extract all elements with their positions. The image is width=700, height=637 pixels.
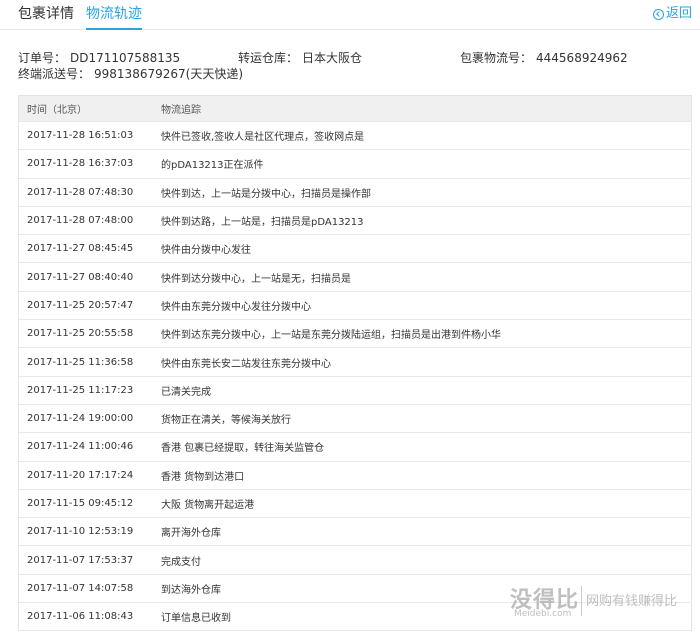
row-time: 2017-11-27 08:40:40 bbox=[27, 271, 134, 283]
row-time: 2017-11-06 11:08:43 bbox=[27, 611, 134, 623]
order-number-label: 订单号： bbox=[18, 51, 67, 65]
row-time: 2017-11-27 08:45:45 bbox=[27, 243, 134, 255]
column-header-tracking: 物流追踪 bbox=[161, 105, 201, 116]
table-body: 2017-11-28 16:51:03 快件已签收,签收人是社区代理点，签收网点是… bbox=[19, 122, 691, 632]
row-tracking-description: 香港 货物到达港口 bbox=[161, 471, 245, 483]
table-row: 2017-11-27 08:45:45 快件由分拨中心发往 bbox=[19, 235, 691, 264]
row-tracking-description: 香港 包裹已经提取，转往海关监管仓 bbox=[161, 443, 325, 455]
row-time: 2017-11-25 11:17:23 bbox=[27, 384, 134, 396]
row-time: 2017-11-20 17:17:24 bbox=[27, 469, 134, 481]
row-time: 2017-11-24 19:00:00 bbox=[27, 413, 134, 425]
table-row: 2017-11-28 07:48:30 快件到达，上一站是分拨中心，扫描员是操作部 bbox=[19, 179, 691, 207]
table-row: 2017-11-27 08:40:40 快件到达分拨中心，上一站是无，扫描员是 bbox=[19, 263, 691, 292]
row-tracking-description: 货物正在清关，等候海关放行 bbox=[161, 415, 291, 427]
order-number-value: DD171107588135 bbox=[70, 51, 181, 65]
row-tracking-description: 快件已签收,签收人是社区代理点，签收网点是 bbox=[161, 132, 365, 144]
tab-bar: 包裹详情 物流轨迹 返回 bbox=[0, 0, 700, 30]
row-time: 2017-11-07 14:07:58 bbox=[27, 582, 134, 594]
row-time: 2017-11-25 20:57:47 bbox=[27, 299, 134, 311]
table-row: 2017-11-28 07:48:00 快件到达路，上一站是，扫描员是pDA132… bbox=[19, 207, 691, 236]
back-link[interactable]: 返回 bbox=[652, 4, 692, 24]
table-row: 2017-11-07 14:07:58 到达海外仓库 bbox=[19, 575, 691, 604]
table-row: 2017-11-24 19:00:00 货物正在清关，等候海关放行 bbox=[19, 405, 691, 434]
row-time: 2017-11-07 17:53:37 bbox=[27, 554, 134, 566]
table-row: 2017-11-24 11:00:46 香港 包裹已经提取，转往海关监管仓 bbox=[19, 433, 691, 462]
row-time: 2017-11-25 20:55:58 bbox=[27, 328, 134, 340]
tab-logistics-tracking[interactable]: 物流轨迹 bbox=[86, 4, 142, 30]
row-tracking-description: 订单信息已收到 bbox=[161, 613, 231, 625]
package-tracking-value: 444568924962 bbox=[536, 51, 628, 65]
table-row: 2017-11-06 11:08:43 订单信息已收到 bbox=[19, 603, 691, 632]
row-tracking-description: 快件由东莞长安二站发往东莞分拨中心 bbox=[161, 358, 331, 370]
row-tracking-description: 大阪 货物离开起运港 bbox=[161, 500, 255, 511]
tab-package-details[interactable]: 包裹详情 bbox=[18, 4, 74, 24]
row-tracking-description: 快件到达分拨中心，上一站是无，扫描员是 bbox=[161, 273, 351, 285]
logistics-table: 时间（北京） 物流追踪 2017-11-28 16:51:03 快件已签收,签收人… bbox=[18, 95, 692, 632]
row-time: 2017-11-10 12:53:19 bbox=[27, 526, 134, 538]
table-row: 2017-11-25 20:57:47 快件由东莞分拨中心发往分拨中心 bbox=[19, 292, 691, 321]
terminal-delivery-label: 终端派送号： bbox=[18, 67, 91, 81]
row-time: 2017-11-28 07:48:00 bbox=[27, 215, 134, 227]
row-time: 2017-11-28 16:37:03 bbox=[27, 158, 134, 170]
terminal-delivery-value: 998138679267(天天快递) bbox=[94, 67, 243, 81]
column-header-time: 时间（北京） bbox=[27, 105, 87, 116]
table-row: 2017-11-07 17:53:37 完成支付 bbox=[19, 546, 691, 575]
order-number: 订单号： DD171107588135 bbox=[18, 50, 180, 66]
table-row: 2017-11-20 17:17:24 香港 货物到达港口 bbox=[19, 462, 691, 490]
row-tracking-description: 完成支付 bbox=[161, 556, 201, 568]
row-time: 2017-11-28 07:48:30 bbox=[27, 186, 134, 198]
row-tracking-description: 快件由分拨中心发往 bbox=[161, 245, 251, 257]
row-tracking-description: 快件到达，上一站是分拨中心，扫描员是操作部 bbox=[161, 188, 371, 200]
row-time: 2017-11-15 09:45:12 bbox=[27, 498, 134, 509]
row-tracking-description: 快件由东莞分拨中心发往分拨中心 bbox=[161, 301, 311, 313]
terminal-delivery-number: 终端派送号： 998138679267(天天快递) bbox=[18, 66, 243, 82]
table-row: 2017-11-25 11:36:58 快件由东莞长安二站发往东莞分拨中心 bbox=[19, 348, 691, 377]
table-row: 2017-11-15 09:45:12 大阪 货物离开起运港 bbox=[19, 490, 691, 519]
transfer-warehouse: 转运仓库： 日本大阪仓 bbox=[238, 50, 362, 66]
back-label: 返回 bbox=[665, 6, 692, 21]
transfer-warehouse-value: 日本大阪仓 bbox=[302, 51, 363, 65]
row-time: 2017-11-28 16:51:03 bbox=[27, 130, 134, 142]
table-row: 2017-11-25 20:55:58 快件到达东莞分拨中心，上一站是东莞分拨陆运… bbox=[19, 320, 691, 349]
row-tracking-description: 快件到达东莞分拨中心，上一站是东莞分拨陆运组，扫描员是出港到件杨小华 bbox=[161, 330, 501, 342]
row-tracking-description: 离开海外仓库 bbox=[161, 528, 221, 540]
table-row: 2017-11-28 16:37:03 的pDA13213正在派件 bbox=[19, 150, 691, 179]
table-row: 2017-11-28 16:51:03 快件已签收,签收人是社区代理点，签收网点是 bbox=[19, 122, 691, 151]
row-tracking-description: 到达海外仓库 bbox=[161, 584, 221, 596]
row-tracking-description: 已清关完成 bbox=[161, 386, 211, 398]
package-tracking-number: 包裹物流号： 444568924962 bbox=[460, 50, 628, 66]
row-time: 2017-11-24 11:00:46 bbox=[27, 441, 134, 453]
circle-left-arrow-icon bbox=[652, 8, 664, 20]
row-tracking-description: 快件到达路，上一站是，扫描员是pDA13213 bbox=[161, 217, 364, 229]
row-time: 2017-11-25 11:36:58 bbox=[27, 356, 134, 368]
table-row: 2017-11-25 11:17:23 已清关完成 bbox=[19, 377, 691, 405]
row-tracking-description: 的pDA13213正在派件 bbox=[161, 160, 264, 172]
package-tracking-label: 包裹物流号： bbox=[460, 51, 533, 65]
table-row: 2017-11-10 12:53:19 离开海外仓库 bbox=[19, 518, 691, 547]
transfer-warehouse-label: 转运仓库： bbox=[238, 51, 299, 65]
table-header-row: 时间（北京） 物流追踪 bbox=[19, 96, 691, 122]
